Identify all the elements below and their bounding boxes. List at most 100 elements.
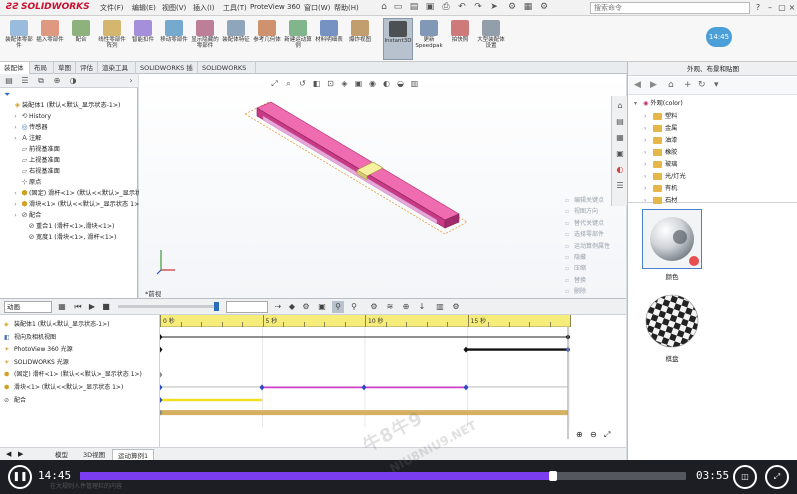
- expand-icon[interactable]: ›: [644, 147, 653, 159]
- menu-edit[interactable]: 编辑(E): [132, 3, 156, 13]
- menu-file[interactable]: 文件(F): [100, 3, 124, 13]
- context-menu-item[interactable]: ▫ 选择零部件: [565, 229, 604, 240]
- ribbon-button-11[interactable]: 爆炸视图: [345, 18, 375, 60]
- appearance-folder[interactable]: › 橡胶: [644, 147, 677, 159]
- menu-proteview[interactable]: ProteView 360: [250, 3, 300, 11]
- gravity-icon[interactable]: ↓: [416, 301, 428, 313]
- expand-icon[interactable]: ›: [644, 123, 653, 135]
- motion-tree-row[interactable]: ◈ 装配体1 (默认<默认_显示状态-1>): [4, 319, 109, 330]
- progress-bar[interactable]: [80, 471, 686, 481]
- expand-icon[interactable]: ›: [11, 189, 20, 199]
- tree-row[interactable]: › ⊘ 配合: [4, 210, 41, 220]
- appearance-tree-root[interactable]: ▾ ◉ 外观(color): [634, 98, 683, 110]
- display-style-icon[interactable]: ▣: [353, 78, 364, 89]
- menu-tools[interactable]: 工具(T): [223, 3, 247, 13]
- cm-tab-5[interactable]: SOLIDWORKS 插件: [136, 62, 198, 84]
- appearance-folder[interactable]: › 金属: [644, 123, 677, 135]
- context-menu-item[interactable]: ▫ 编辑关键点: [565, 195, 604, 206]
- edit-appearance-icon[interactable]: ◐: [381, 78, 392, 89]
- expand-icon[interactable]: ›: [11, 134, 20, 144]
- thumb-checker[interactable]: [642, 291, 702, 351]
- study-type-select[interactable]: 动画: [4, 301, 52, 313]
- ribbon-button-13[interactable]: 更新Speedpak: [414, 18, 444, 60]
- pause-icon[interactable]: ❚❚: [8, 465, 32, 489]
- cm-tab-0[interactable]: 装配体: [0, 62, 30, 74]
- property-manager-tab-icon[interactable]: ☰: [18, 75, 32, 87]
- ribbon-button-12[interactable]: Instant3D: [383, 18, 413, 60]
- results-icon[interactable]: ▥: [434, 301, 446, 313]
- play-from-start-icon[interactable]: ⏮: [72, 301, 84, 313]
- home-icon[interactable]: ⌂: [668, 80, 674, 90]
- tree-row[interactable]: › ⬢滑块<1> (默认<<默认>_显示状态 1>): [4, 199, 141, 210]
- design-library-tab-icon[interactable]: ▤: [614, 116, 626, 128]
- dim-xpert-tab-icon[interactable]: ⊕: [50, 75, 64, 87]
- feature-manager-tab-icon[interactable]: ▤: [2, 75, 16, 87]
- tree-row[interactable]: ▱ 上视基准面: [4, 155, 60, 165]
- menu-view[interactable]: 视图(V): [162, 3, 186, 13]
- motion-tree-row[interactable]: ☀ SOLIDWORKS 光源: [4, 357, 69, 368]
- zoom-to-fit-icon[interactable]: ⤢: [269, 78, 280, 89]
- hide-show-icon[interactable]: ◉: [367, 78, 378, 89]
- file-explorer-tab-icon[interactable]: ▦: [614, 132, 626, 144]
- view-palette-tab-icon[interactable]: ▣: [614, 148, 626, 160]
- menu-insert[interactable]: 插入(I): [193, 3, 215, 13]
- context-menu-item[interactable]: ▫ 压缩: [565, 263, 586, 274]
- appearance-folder[interactable]: › 有机: [644, 183, 677, 195]
- home-icon[interactable]: ⌂: [378, 2, 390, 13]
- ribbon-button-0[interactable]: 装配体零部件: [4, 18, 34, 60]
- context-menu-item[interactable]: ▫ 隐藏: [565, 252, 586, 263]
- fullscreen-icon[interactable]: ⤢: [765, 465, 789, 489]
- autokey-icon[interactable]: ⇢: [272, 301, 284, 313]
- timeline-area[interactable]: 0 秒 5 秒 10 秒 15 秒: [160, 315, 571, 447]
- study-properties-icon[interactable]: ⚙: [450, 301, 462, 313]
- close-icon[interactable]: ×: [786, 1, 797, 14]
- file-properties-icon[interactable]: ▦: [522, 2, 534, 13]
- spring-icon[interactable]: ≋: [384, 301, 396, 313]
- solidworks-logo[interactable]: ƧƧ SOLIDWORKS: [6, 2, 90, 14]
- refresh-icon[interactable]: ↻: [698, 80, 706, 90]
- ribbon-button-9[interactable]: 新建运动算例: [283, 18, 313, 60]
- graphics-viewport[interactable]: ⤢ ⌕ ↺ ◧ ⊡ ◈ ▣ ◉ ◐ ◒ ▥ *前视: [139, 74, 626, 298]
- ribbon-button-7[interactable]: 装配体特征: [221, 18, 251, 60]
- motion-tree-row[interactable]: ⬢ (固定) 滑杆<1> (默认<<默认>_显示状态 1>): [4, 369, 142, 380]
- playback-slider[interactable]: [118, 302, 219, 311]
- play-icon[interactable]: ▶: [86, 301, 98, 313]
- context-menu-item[interactable]: ▫ 运动算例属性: [565, 241, 610, 252]
- menu-window[interactable]: 窗口(W): [304, 3, 330, 13]
- print-icon[interactable]: ⎙: [440, 2, 452, 13]
- tree-row[interactable]: › ◎传感器: [4, 122, 47, 132]
- cm-tab-1[interactable]: 布局: [30, 62, 54, 74]
- forward-icon[interactable]: ▶: [650, 80, 657, 90]
- motion-tree-row[interactable]: ◧ 视向及相机视图: [4, 332, 56, 343]
- undo-icon[interactable]: ↶: [456, 2, 468, 13]
- display-manager-tab-icon[interactable]: ◑: [66, 75, 80, 87]
- view-settings-icon[interactable]: ▥: [409, 78, 420, 89]
- expand-icon[interactable]: ›: [644, 171, 653, 183]
- minimize-icon[interactable]: –: [764, 1, 776, 14]
- add-key-icon[interactable]: ◆: [286, 301, 298, 313]
- playback-speed-select[interactable]: [226, 301, 268, 313]
- expand-icon[interactable]: ›: [644, 135, 653, 147]
- tree-row[interactable]: ▱ 右视基准面: [4, 166, 60, 176]
- redo-icon[interactable]: ↷: [472, 2, 484, 13]
- menu-help[interactable]: 帮助(H): [334, 3, 359, 13]
- autokey-active-icon[interactable]: ⚲: [332, 301, 344, 313]
- options-icon[interactable]: ⚙: [538, 2, 550, 13]
- filter-icon[interactable]: ⏷: [4, 90, 10, 100]
- tree-row[interactable]: › ⟲ History: [4, 111, 51, 121]
- tab-scroll-right-icon[interactable]: ▶: [18, 450, 23, 458]
- resources-tab-icon[interactable]: ⌂: [614, 100, 626, 112]
- search-input[interactable]: 搜索命令: [590, 2, 750, 14]
- expand-icon[interactable]: ›: [644, 159, 653, 171]
- dynamic-annotation-icon[interactable]: ⊡: [325, 78, 336, 89]
- appearance-folder[interactable]: › 玻璃: [644, 159, 677, 171]
- ribbon-button-3[interactable]: 线性零部件阵列: [97, 18, 127, 60]
- motion-tree-row[interactable]: ⬢ 滑块<1> (默认<<默认>_显示状态 1>): [4, 382, 123, 393]
- model-beam[interactable]: [239, 94, 469, 234]
- progress-knob[interactable]: [548, 471, 557, 481]
- motor-icon[interactable]: ⚙: [368, 301, 380, 313]
- contact-icon[interactable]: ⊕: [400, 301, 412, 313]
- ribbon-button-5[interactable]: 移动零部件: [159, 18, 189, 60]
- expand-icon[interactable]: ›: [11, 200, 20, 210]
- expand-icon[interactable]: ›: [11, 112, 20, 122]
